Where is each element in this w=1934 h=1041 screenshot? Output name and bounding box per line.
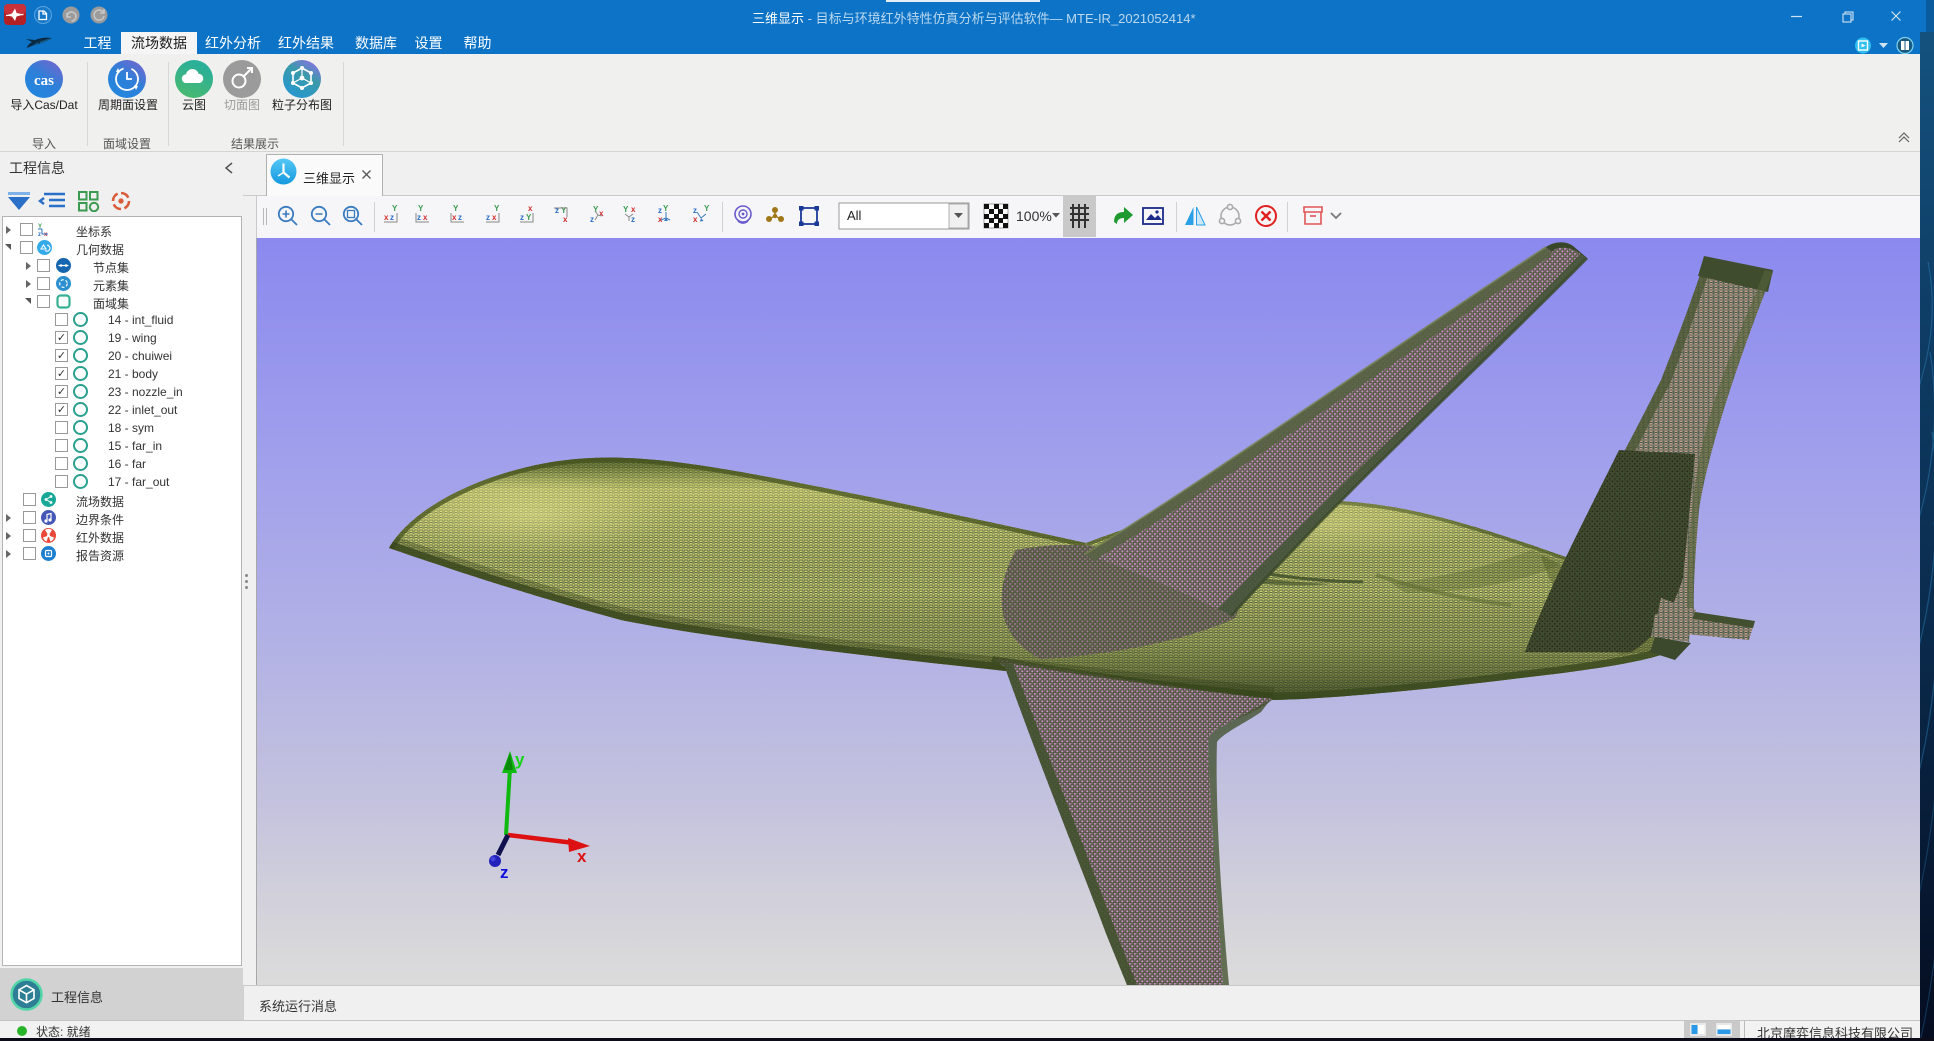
svg-text:Y: Y [561, 206, 567, 215]
svg-text:x: x [631, 205, 636, 214]
svg-text:z: z [693, 206, 697, 215]
svg-text:x: x [599, 209, 604, 218]
svg-text:z: z [658, 206, 662, 215]
svg-text:z: z [500, 863, 509, 882]
svg-text:Y: Y [494, 204, 500, 213]
svg-text:x: x [492, 213, 497, 222]
svg-text:Y: Y [418, 204, 424, 213]
svg-text:x: x [384, 213, 389, 222]
svg-text:z: z [590, 215, 594, 224]
svg-text:z: z [417, 213, 421, 222]
svg-text:z: z [631, 215, 635, 224]
svg-text:x: x [452, 213, 457, 222]
svg-text:Y: Y [623, 205, 629, 214]
svg-text:Y: Y [453, 204, 459, 213]
svg-text:z: z [390, 213, 394, 222]
svg-text:cas: cas [34, 73, 54, 89]
svg-text:x: x [577, 847, 587, 866]
svg-text:x: x [693, 215, 698, 224]
svg-text:Y: Y [526, 213, 532, 222]
svg-text:y: y [515, 750, 525, 769]
svg-text:z: z [520, 213, 524, 222]
svg-text:z: z [555, 206, 559, 215]
svg-text:Y: Y [663, 204, 669, 213]
svg-text:x: x [528, 204, 533, 213]
svg-text:z: z [38, 232, 41, 237]
svg-text:x: x [423, 213, 428, 222]
svg-text:All: All [847, 208, 862, 223]
svg-text:Y: Y [392, 204, 398, 213]
svg-text:Y: Y [704, 204, 710, 213]
svg-text:100%: 100% [1016, 208, 1052, 224]
svg-text:z: z [458, 213, 462, 222]
svg-text:z: z [486, 213, 490, 222]
